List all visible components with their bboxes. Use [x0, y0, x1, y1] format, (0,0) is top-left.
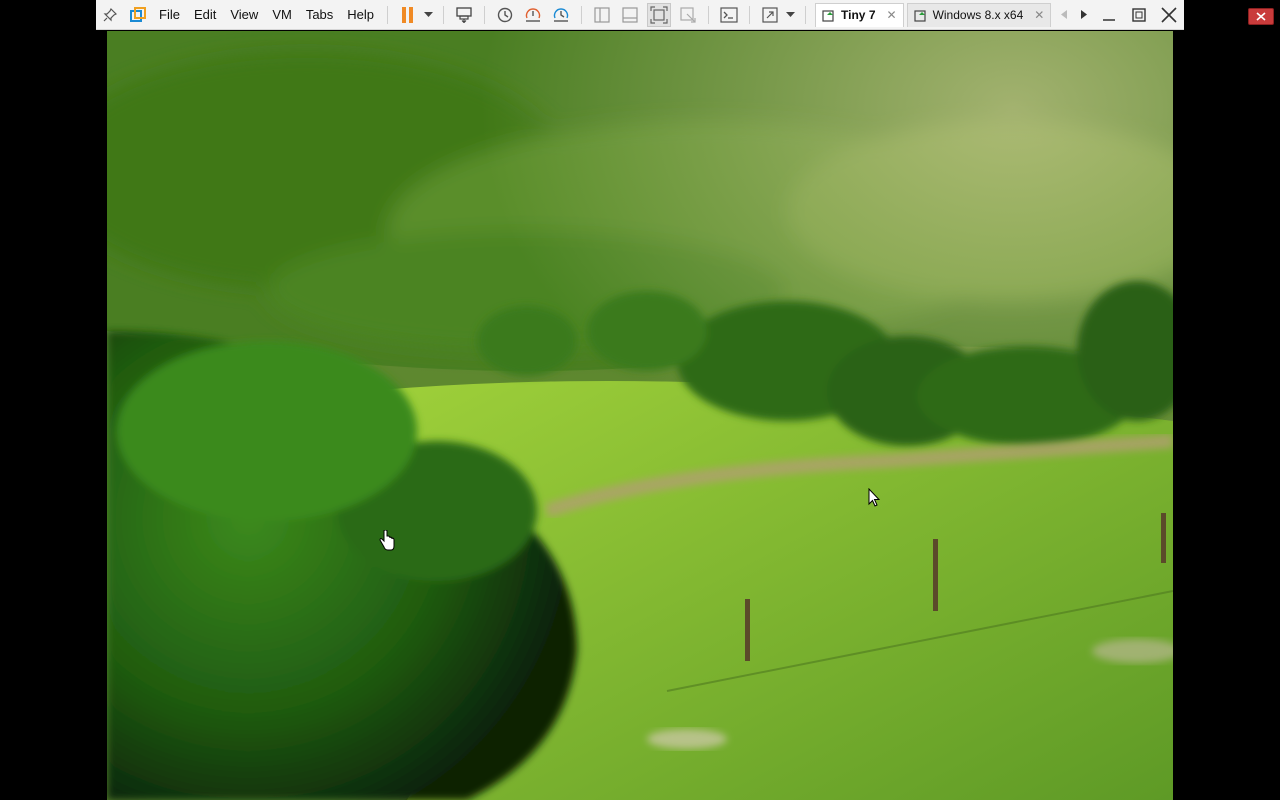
- send-ctrl-alt-del-icon[interactable]: [453, 4, 475, 26]
- close-icon[interactable]: [1154, 0, 1184, 30]
- toolbar-separator: [805, 5, 807, 24]
- console-view-icon[interactable]: [718, 4, 740, 26]
- tab-tiny-7[interactable]: Tiny 7 ✕: [815, 2, 904, 27]
- chevron-down-icon[interactable]: [422, 4, 434, 26]
- menu-vm[interactable]: VM: [265, 0, 299, 30]
- chevron-down-icon[interactable]: [784, 4, 796, 26]
- toolbar-separator: [443, 5, 445, 24]
- vm-display-wallpaper[interactable]: [107, 31, 1173, 800]
- unity-view-icon[interactable]: [677, 4, 699, 26]
- revert-snapshot-icon[interactable]: [522, 4, 544, 26]
- tab-scroll-right-icon[interactable]: [1077, 4, 1091, 26]
- fit-guest-icon[interactable]: [647, 2, 672, 27]
- vm-toolbar: File Edit View VM Tabs Help Tiny 7 ✕ Win…: [96, 0, 1184, 30]
- snapshot-icon[interactable]: [494, 4, 516, 26]
- snapshot-manager-icon[interactable]: [550, 4, 572, 26]
- vmware-logo-icon[interactable]: [127, 4, 149, 26]
- wallpaper-image: [107, 31, 1173, 800]
- vm-tab-icon: [822, 10, 834, 22]
- menu-file[interactable]: File: [152, 0, 187, 30]
- close-icon[interactable]: ✕: [887, 8, 897, 22]
- hand-cursor-icon: [379, 530, 395, 552]
- tab-label: Windows 8.x x64: [932, 8, 1024, 22]
- toolbar-separator: [708, 5, 710, 24]
- fullscreen-icon[interactable]: [759, 4, 781, 26]
- pause-icon[interactable]: [397, 4, 419, 26]
- restore-icon[interactable]: [1124, 0, 1154, 30]
- toolbar-separator: [387, 5, 389, 24]
- arrow-cursor-icon: [868, 488, 880, 508]
- vm-tab-icon: [913, 10, 926, 22]
- sidebar-view-icon[interactable]: [591, 4, 613, 26]
- menu-help[interactable]: Help: [340, 0, 381, 30]
- close-icon[interactable]: ✕: [1034, 8, 1044, 22]
- thumbnail-view-icon[interactable]: [619, 4, 641, 26]
- toolbar-separator: [581, 5, 583, 24]
- tab-scroll-left-icon[interactable]: [1057, 4, 1071, 26]
- menu-view[interactable]: View: [223, 0, 265, 30]
- toolbar-separator: [484, 5, 486, 24]
- menu-edit[interactable]: Edit: [187, 0, 223, 30]
- exit-fullscreen-close-icon[interactable]: [1248, 8, 1274, 25]
- tab-windows-8[interactable]: Windows 8.x x64 ✕: [906, 2, 1052, 27]
- pin-icon[interactable]: [99, 4, 121, 26]
- tab-label: Tiny 7: [841, 8, 876, 22]
- toolbar-separator: [749, 5, 751, 24]
- menu-tabs[interactable]: Tabs: [299, 0, 340, 30]
- minimize-icon[interactable]: [1094, 0, 1124, 30]
